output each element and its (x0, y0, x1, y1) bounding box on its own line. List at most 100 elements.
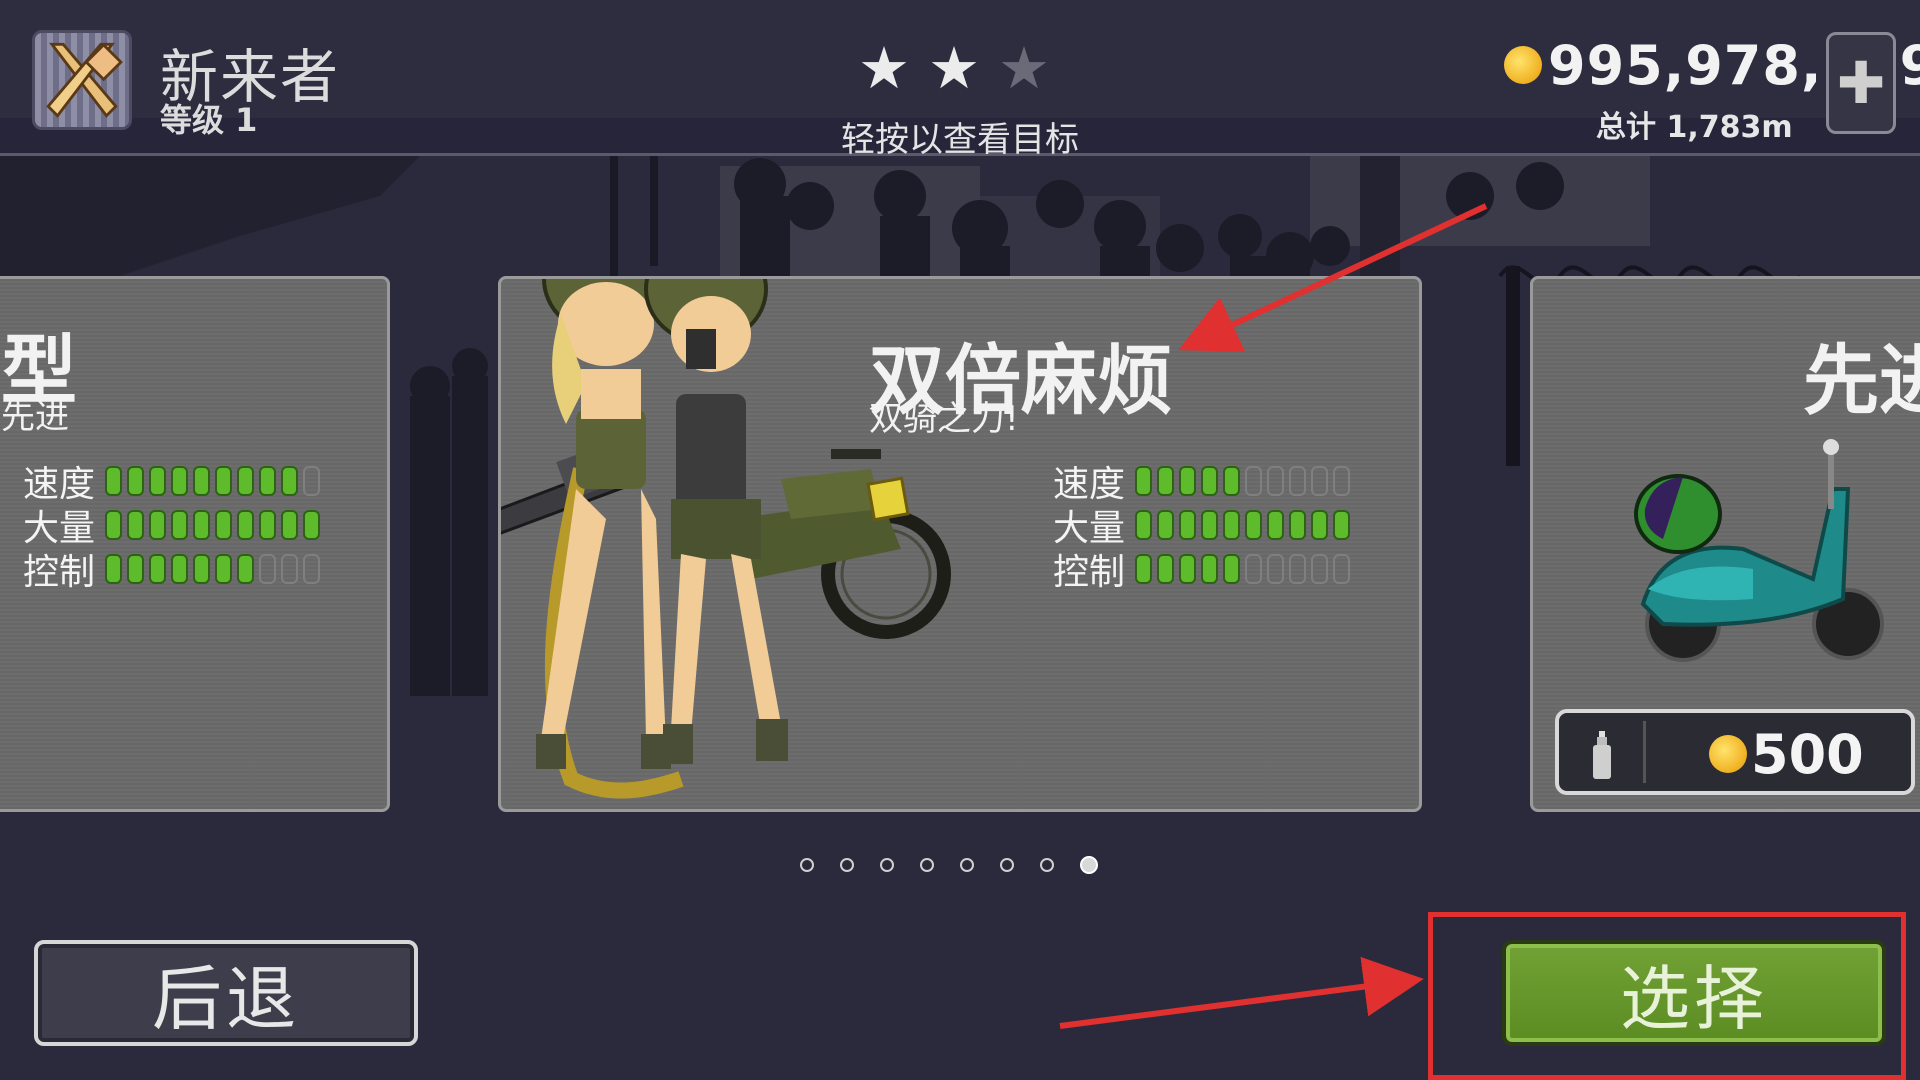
stat-pip-filled (105, 554, 122, 584)
vehicle-subtitle: 双骑之力! (869, 399, 1019, 439)
stat-pip-filled (259, 510, 276, 540)
stat-pip-filled (237, 554, 254, 584)
stat-pip-filled (215, 466, 232, 496)
stat-pip-empty (281, 554, 298, 584)
price-divider (1643, 721, 1646, 783)
vehicle-title: 先进 (1803, 336, 1920, 425)
stat-pip-empty (1289, 466, 1306, 496)
page-dot[interactable] (960, 858, 974, 872)
vehicle-card-left[interactable]: 型 先进 速度 大量 控制 (0, 276, 390, 812)
stat-pip-filled (105, 510, 122, 540)
stat-pip-filled (1333, 510, 1350, 540)
stat-pip-filled (281, 466, 298, 496)
stat-row-mass: 大量 (23, 503, 320, 549)
stat-bar (1135, 554, 1350, 584)
stat-pip-empty (1267, 466, 1284, 496)
stat-pip-empty (1267, 554, 1284, 584)
player-level: 等级 1 (160, 101, 258, 139)
page-dot[interactable] (920, 858, 934, 872)
stat-pip-empty (1245, 554, 1262, 584)
stat-pip-filled (149, 466, 166, 496)
stat-row-speed: 速度 (23, 459, 320, 505)
page-dot[interactable] (840, 858, 854, 872)
stat-pip-filled (1201, 510, 1218, 540)
price-tag[interactable]: 500 (1555, 709, 1915, 795)
stat-pip-filled (1179, 510, 1196, 540)
vehicle-stats: 速度 大量 控制 (23, 459, 320, 593)
scooter-artwork (1634, 439, 1884, 662)
stat-pip-filled (1223, 554, 1240, 584)
vehicle-subtitle: 先进 (1, 397, 69, 437)
stat-pip-filled (303, 510, 320, 540)
crossed-knives-icon (46, 42, 123, 118)
vehicle-stats: 速度 大量 控制 (1053, 459, 1350, 593)
stat-pip-filled (1289, 510, 1306, 540)
stat-pip-filled (1223, 466, 1240, 496)
stat-label: 控制 (1053, 552, 1126, 593)
stat-pip-filled (1245, 510, 1262, 540)
stat-row-speed: 速度 (1053, 459, 1350, 505)
stat-pip-filled (149, 510, 166, 540)
stat-pip-filled (1157, 510, 1174, 540)
stat-pip-filled (1201, 554, 1218, 584)
stat-pip-empty (1289, 554, 1306, 584)
stat-pip-empty (303, 466, 320, 496)
stat-pip-filled (171, 554, 188, 584)
stat-pip-filled (1157, 466, 1174, 496)
stat-pip-empty (259, 554, 276, 584)
plus-icon: ✚ (1836, 49, 1886, 117)
stat-pip-filled (127, 510, 144, 540)
stat-pip-filled (193, 510, 210, 540)
stat-pip-filled (127, 554, 144, 584)
stat-pip-filled (1135, 554, 1152, 584)
add-coins-button[interactable]: ✚ (1826, 32, 1896, 134)
goal-stars[interactable]: ★ ★ ★ (858, 38, 1078, 98)
stat-pip-filled (215, 510, 232, 540)
stat-pip-empty (303, 554, 320, 584)
annotation-arrow-select (1059, 956, 1424, 1029)
stat-pip-filled (193, 554, 210, 584)
stat-pip-filled (127, 466, 144, 496)
stat-pip-filled (1223, 510, 1240, 540)
stat-pip-empty (1311, 554, 1328, 584)
stat-pip-filled (171, 466, 188, 496)
page-dot[interactable] (880, 858, 894, 872)
stat-pip-filled (1201, 466, 1218, 496)
stat-pip-filled (1267, 510, 1284, 540)
stat-pip-filled (1179, 466, 1196, 496)
page-dot[interactable] (1000, 858, 1014, 872)
annotation-highlight-box (1428, 912, 1906, 1080)
coin-icon (1504, 46, 1542, 84)
spray-can-icon (1593, 731, 1611, 779)
vehicle-card-selected[interactable]: 双倍麻烦 双骑之力! 速度 大量 控制 (498, 276, 1422, 812)
stat-pip-empty (1333, 466, 1350, 496)
stat-pip-filled (281, 510, 298, 540)
page-dot-active[interactable] (1080, 856, 1098, 874)
star-icon: ★ (998, 34, 1050, 102)
stat-pip-filled (215, 554, 232, 584)
vehicle-card-right[interactable]: 先进 500 (1530, 276, 1920, 812)
rank-badge-icon[interactable] (32, 30, 132, 130)
stat-pip-empty (1311, 466, 1328, 496)
stat-pip-filled (259, 466, 276, 496)
stat-row-control: 控制 (23, 547, 320, 593)
carousel-pagination[interactable] (800, 856, 1098, 874)
stat-bar (1135, 466, 1350, 496)
goal-hint[interactable]: 轻按以查看目标 (780, 112, 1140, 161)
coin-icon (1709, 735, 1747, 773)
stat-pip-filled (1135, 466, 1152, 496)
stat-bar (105, 466, 320, 496)
stat-pip-empty (1333, 554, 1350, 584)
stat-bar (105, 554, 320, 584)
star-icon: ★ (858, 34, 910, 102)
page-dot[interactable] (800, 858, 814, 872)
stat-pip-filled (149, 554, 166, 584)
distance-total: 总计 1,783m (1596, 110, 1793, 145)
stat-pip-filled (1157, 554, 1174, 584)
stat-pip-filled (1179, 554, 1196, 584)
back-button[interactable]: 后退 (34, 940, 418, 1046)
page-dot[interactable] (1040, 858, 1054, 872)
stat-bar (1135, 510, 1350, 540)
stat-row-control: 控制 (1053, 547, 1350, 593)
stat-pip-filled (193, 466, 210, 496)
